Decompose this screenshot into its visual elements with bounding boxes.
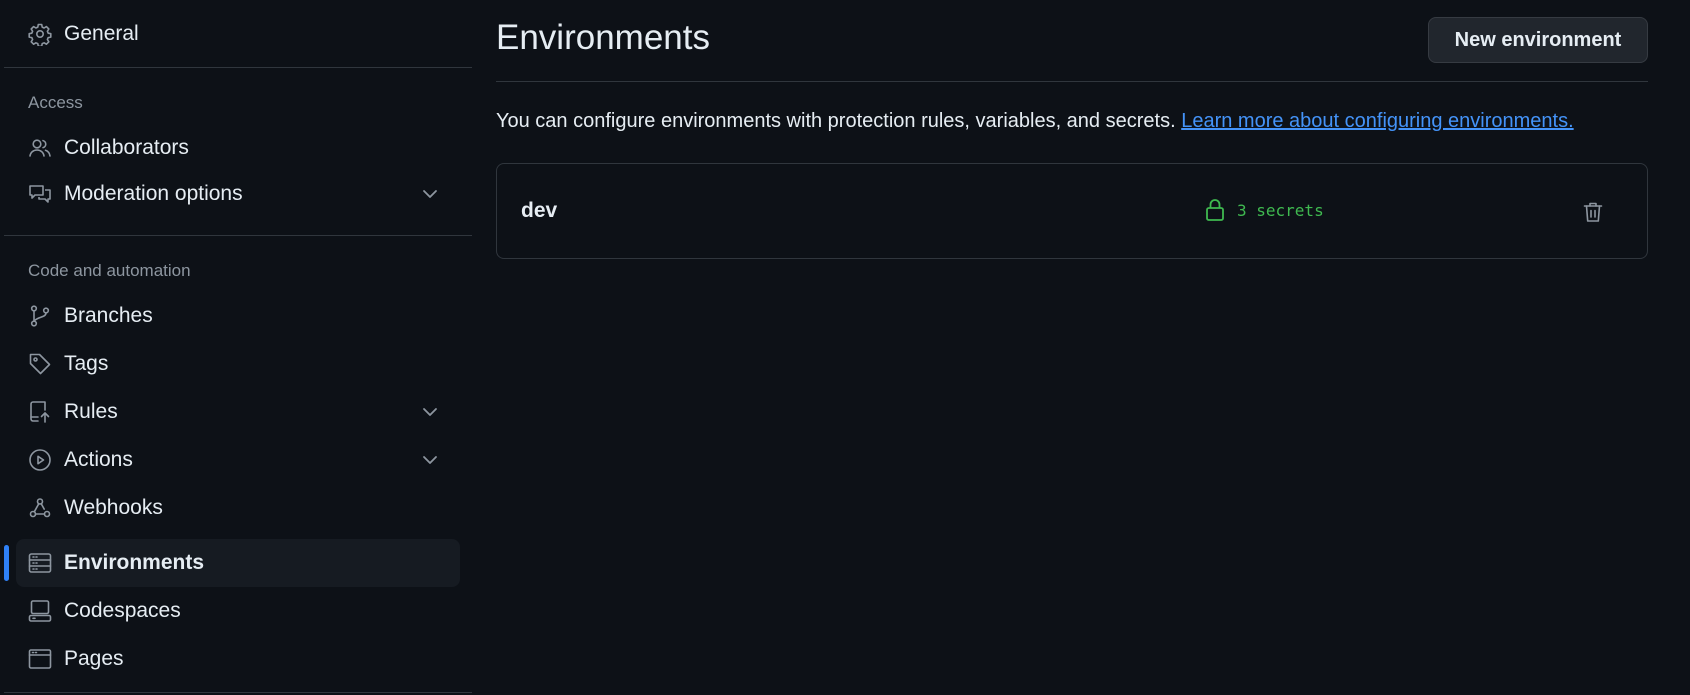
secrets-count-text: 3 secrets xyxy=(1237,200,1324,220)
main-content: Environments New environment You can con… xyxy=(496,0,1648,695)
sidebar-item-label: Collaborators xyxy=(64,136,189,159)
secrets-count: 3 secrets xyxy=(1203,198,1324,222)
play-icon xyxy=(28,448,52,472)
section-heading-access: Access xyxy=(28,93,83,112)
title-divider xyxy=(496,81,1648,82)
active-indicator xyxy=(4,545,9,581)
repo-push-icon xyxy=(28,400,52,424)
people-icon xyxy=(28,136,52,160)
environment-name-link[interactable]: dev xyxy=(521,199,557,223)
sidebar-item-label: Branches xyxy=(64,304,153,327)
sidebar-item-label: Pages xyxy=(64,647,124,670)
sidebar-item-label: Tags xyxy=(64,352,109,375)
new-environment-button[interactable]: New environment xyxy=(1428,17,1648,63)
sidebar-item-label: Environments xyxy=(64,551,205,574)
description-text: You can configure environments with prot… xyxy=(496,110,1176,132)
chevron-down-icon[interactable] xyxy=(420,184,440,204)
learn-more-link[interactable]: Learn more about configuring environment… xyxy=(1181,110,1573,132)
webhook-icon xyxy=(28,496,52,520)
server-icon xyxy=(28,551,52,575)
settings-page: General Access Collaborators Moderation … xyxy=(0,0,1690,695)
gear-icon xyxy=(28,22,52,46)
page-title: Environments xyxy=(496,18,710,57)
trash-icon xyxy=(1583,202,1603,222)
sidebar-item-collaborators[interactable]: Collaborators xyxy=(16,124,460,172)
environment-list-item: dev 3 secrets xyxy=(496,163,1648,259)
sidebar-item-general[interactable]: General xyxy=(16,10,460,58)
sidebar-item-label: Webhooks xyxy=(64,496,163,519)
sidebar-item-webhooks[interactable]: Webhooks xyxy=(16,484,460,532)
sidebar-item-actions[interactable]: Actions xyxy=(16,436,460,484)
sidebar-item-label: General xyxy=(64,22,139,45)
sidebar-item-label: Rules xyxy=(64,400,118,423)
sidebar-item-branches[interactable]: Branches xyxy=(16,292,460,340)
sidebar-item-label: Moderation options xyxy=(64,182,243,205)
browser-icon xyxy=(28,647,52,671)
sidebar-divider xyxy=(4,692,472,693)
sidebar-divider xyxy=(4,235,472,236)
sidebar-item-codespaces[interactable]: Codespaces xyxy=(16,587,460,635)
sidebar-divider xyxy=(4,67,472,68)
page-description: You can configure environments with prot… xyxy=(496,110,1574,133)
codespaces-icon xyxy=(28,599,52,623)
chevron-down-icon[interactable] xyxy=(420,450,440,470)
git-branch-icon xyxy=(28,304,52,328)
sidebar-item-environments[interactable]: Environments xyxy=(16,539,460,587)
lock-icon xyxy=(1206,199,1224,221)
sidebar-item-pages[interactable]: Pages xyxy=(16,635,460,683)
sidebar-item-tags[interactable]: Tags xyxy=(16,340,460,388)
tag-icon xyxy=(28,352,52,376)
settings-sidebar: General Access Collaborators Moderation … xyxy=(4,0,472,695)
section-heading-code-automation: Code and automation xyxy=(28,261,191,280)
sidebar-item-moderation[interactable]: Moderation options xyxy=(16,170,460,218)
comment-discussion-icon xyxy=(28,182,52,206)
sidebar-item-label: Actions xyxy=(64,448,133,471)
sidebar-item-rules[interactable]: Rules xyxy=(16,388,460,436)
chevron-down-icon[interactable] xyxy=(420,402,440,422)
sidebar-item-label: Codespaces xyxy=(64,599,181,622)
delete-environment-button[interactable] xyxy=(1579,198,1607,226)
